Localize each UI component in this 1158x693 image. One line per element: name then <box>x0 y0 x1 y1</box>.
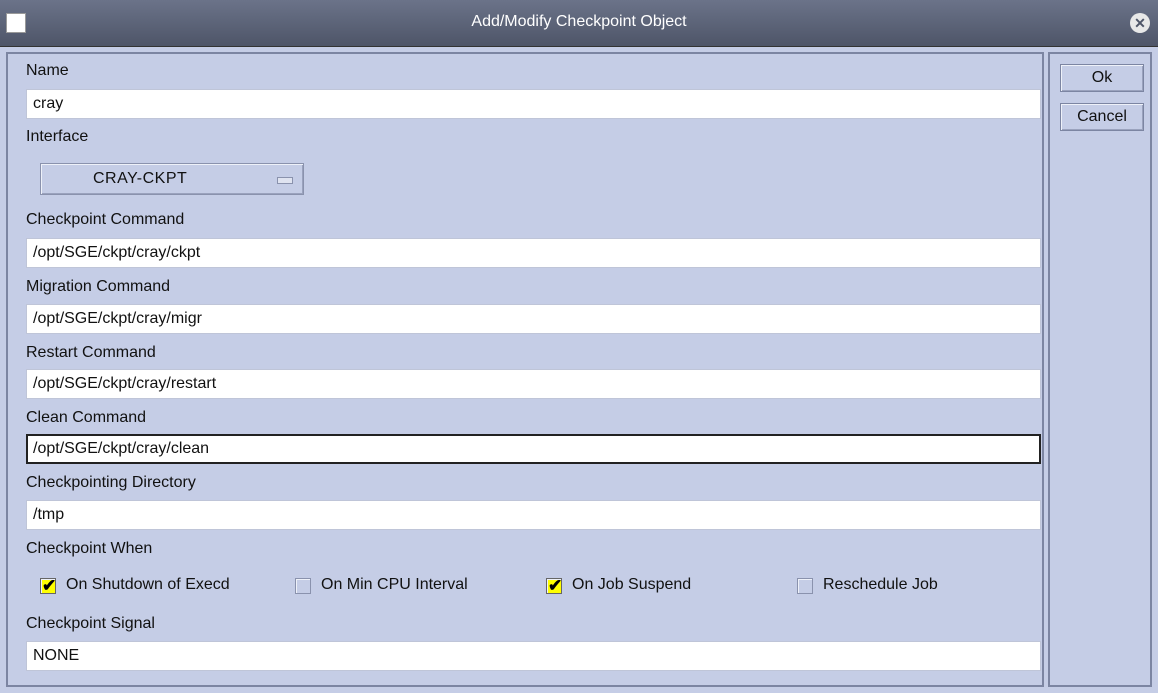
checkpoint-signal-field[interactable]: NONE <box>26 641 1041 671</box>
checkbox-indicator: ✔ <box>40 576 57 595</box>
checkpointing-directory-field[interactable]: /tmp <box>26 500 1041 530</box>
window-title: Add/Modify Checkpoint Object <box>471 13 687 30</box>
option-menu-indicator-icon <box>277 177 293 184</box>
checkmark-icon: ✔ <box>548 576 563 595</box>
clean-command-label: Clean Command <box>26 409 147 426</box>
clean-command-field[interactable]: /opt/SGE/ckpt/cray/clean <box>26 434 1041 464</box>
button-panel: Ok Cancel <box>1048 52 1152 687</box>
checkbox-indicator: ✔ <box>546 576 563 595</box>
name-label: Name <box>26 62 69 79</box>
interface-selected-value: CRAY-CKPT <box>93 170 188 187</box>
checkpoint-command-field[interactable]: /opt/SGE/ckpt/cray/ckpt <box>26 238 1041 268</box>
title-bar[interactable]: Add/Modify Checkpoint Object ✕ <box>0 0 1158 47</box>
checkbox-label: On Job Suspend <box>572 576 692 593</box>
name-field[interactable]: cray <box>26 89 1041 119</box>
checkpoint-signal-label: Checkpoint Signal <box>26 615 155 632</box>
restart-command-field[interactable]: /opt/SGE/ckpt/cray/restart <box>26 369 1041 399</box>
migration-command-label: Migration Command <box>26 278 171 295</box>
checkbox-indicator <box>797 578 813 594</box>
checkpointing-directory-label: Checkpointing Directory <box>26 474 196 491</box>
interface-label: Interface <box>26 128 89 145</box>
interface-dropdown[interactable]: CRAY-CKPT <box>40 163 304 195</box>
migration-command-field[interactable]: /opt/SGE/ckpt/cray/migr <box>26 304 1041 334</box>
checkbox-label: Reschedule Job <box>823 576 938 593</box>
close-icon[interactable]: ✕ <box>1130 13 1150 33</box>
checkpoint-command-label: Checkpoint Command <box>26 211 185 228</box>
ok-button[interactable]: Ok <box>1060 64 1144 92</box>
checkpoint-when-label: Checkpoint When <box>26 540 153 557</box>
cancel-button[interactable]: Cancel <box>1060 103 1144 131</box>
checkbox-label: On Min CPU Interval <box>321 576 468 593</box>
restart-command-label: Restart Command <box>26 344 156 361</box>
checkbox-indicator <box>295 578 311 594</box>
checkbox-label: On Shutdown of Execd <box>66 576 230 593</box>
checkmark-icon: ✔ <box>42 576 57 595</box>
